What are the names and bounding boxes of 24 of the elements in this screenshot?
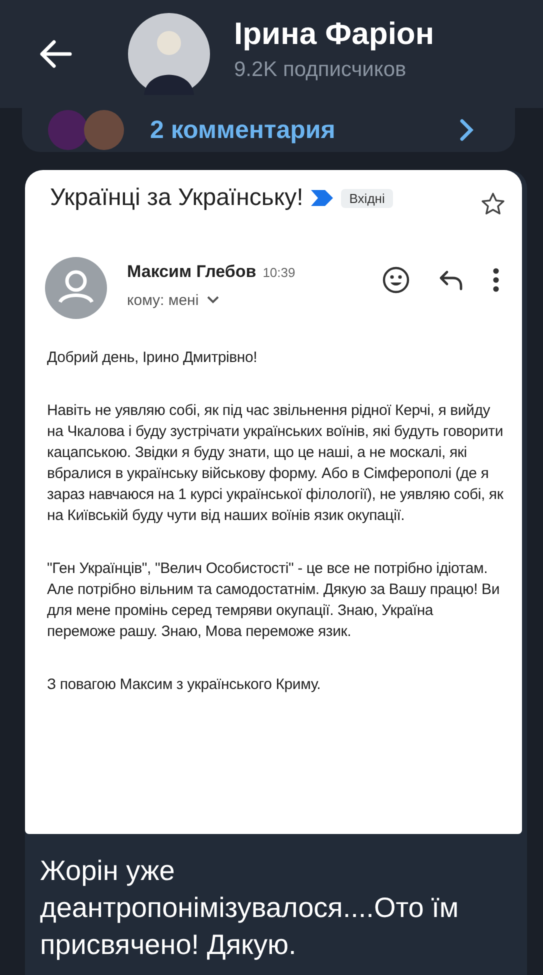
email-paragraph: "Ген Українців", "Велич Особистості" - це все не потрібно ідіотам. Але потрібно вільним та самодостатнім. Дякую за Вашу працю! Ви для мене промінь серед темряви окупації. Знаю, Україна переможе рашу. Знаю, Мова переможе язик. xyxy=(47,559,500,642)
email-paragraph: Добрий день, Ірино Дмитрівно! xyxy=(47,348,258,368)
message-caption: Жорін уже деантропонімізувалося....Ото їм присвячено! Дякую. xyxy=(40,854,460,962)
label-marker-icon xyxy=(311,190,334,206)
email-paragraph: З повагою Максим з українського Криму. xyxy=(47,675,322,695)
comments-count: 2 комментария xyxy=(150,116,336,144)
chevron-down-icon[interactable] xyxy=(206,296,219,304)
inbox-label: Вхідні xyxy=(341,188,393,208)
back-arrow-icon xyxy=(38,39,72,69)
chevron-right-icon xyxy=(459,118,475,142)
reply-icon[interactable] xyxy=(438,269,464,291)
comments-bar[interactable]: 2 комментария xyxy=(22,108,515,152)
recipient-text: кому: мені xyxy=(127,292,199,308)
sender-name: Максим Глебов xyxy=(127,262,256,280)
star-icon[interactable] xyxy=(480,191,506,217)
more-options-icon[interactable] xyxy=(492,267,500,293)
subscriber-count: 9.2K подписчиков xyxy=(234,58,408,82)
channel-title: Ірина Фаріон xyxy=(234,16,434,52)
email-subject: Українці за Українську! xyxy=(50,184,304,212)
sender-avatar xyxy=(45,257,107,319)
email-paragraph: Навіть не уявляю собі, як під час звільнення рідної Керчі, я вийду на Чкалова і буду зустрічати українських воїнів, які будуть говорити кацапською. Звідки я буду знати, що це наші, а не москалі, які вбралися в українську військову форму. Або в Сімферополі (де я зараз навчаюся на 1 курсі української філології), не уявляю собі, як на Київській буду чути від наших воїнів язик окупації. xyxy=(47,401,504,526)
channel-avatar[interactable] xyxy=(128,13,210,95)
email-time: 10:39 xyxy=(262,264,296,280)
emoji-icon[interactable] xyxy=(382,266,410,294)
